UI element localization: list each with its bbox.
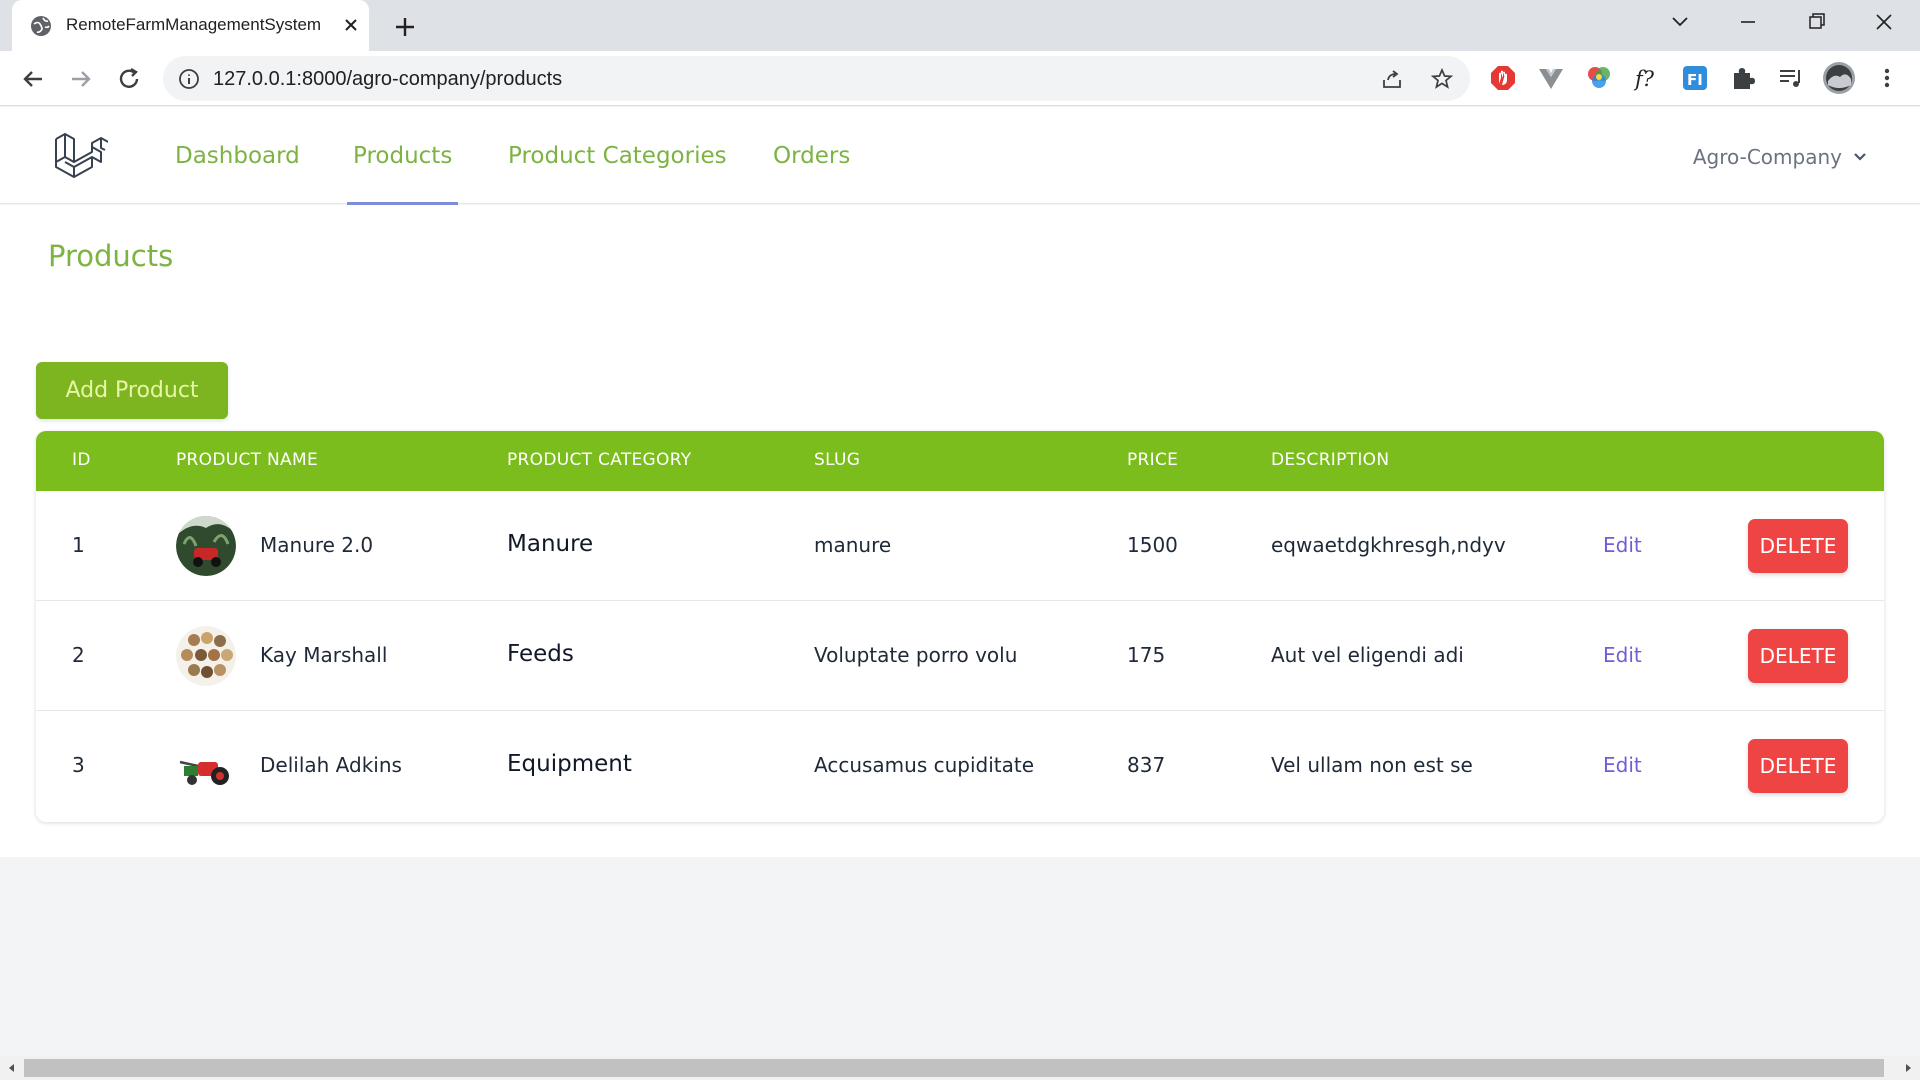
edit-link[interactable]: Edit	[1603, 643, 1642, 667]
browser-tab-bar: RemoteFarmManagementSystem	[0, 0, 1920, 51]
cell-product-category: Equipment	[507, 751, 632, 777]
tab-title: RemoteFarmManagementSystem	[66, 15, 322, 34]
scroll-right-arrow-icon[interactable]	[1901, 1061, 1915, 1075]
cell-id: 1	[72, 533, 85, 557]
nav-link-product-categories[interactable]: Product Categories	[508, 143, 727, 169]
edit-link[interactable]: Edit	[1603, 533, 1642, 557]
share-icon[interactable]	[1380, 67, 1404, 91]
adblock-extension-icon[interactable]	[1488, 63, 1518, 93]
nav-link-orders[interactable]: Orders	[773, 143, 850, 169]
horizontal-scrollbar[interactable]	[0, 1056, 1920, 1080]
nav-link-products[interactable]: Products	[346, 143, 459, 205]
extensions-puzzle-icon[interactable]	[1728, 63, 1758, 93]
media-control-icon[interactable]	[1776, 63, 1806, 93]
column-header-product-name: PRODUCT NAME	[176, 450, 318, 470]
font-finder-extension-icon[interactable]: f?	[1632, 63, 1662, 93]
app-navbar: Dashboard Products Product Categories Or…	[0, 107, 1920, 205]
svg-text:f?: f?	[1633, 67, 1655, 91]
browser-menu-icon[interactable]	[1872, 63, 1902, 93]
new-tab-icon[interactable]	[390, 12, 420, 42]
color-picker-extension-icon[interactable]	[1584, 63, 1614, 93]
delete-button[interactable]: DELETE	[1748, 739, 1848, 793]
table-row: 2 Kay Marshall Feeds Voluptate porro vol…	[36, 601, 1884, 711]
product-thumbnail	[176, 736, 236, 796]
column-header-description: DESCRIPTION	[1271, 450, 1390, 470]
cell-price: 1500	[1127, 533, 1178, 557]
fi-extension-icon[interactable]: FI	[1680, 63, 1710, 93]
cell-product-category: Feeds	[507, 641, 574, 667]
address-bar[interactable]: 127.0.0.1:8000/agro-company/products	[163, 56, 1470, 101]
chevron-down-icon	[1854, 153, 1866, 161]
add-product-button[interactable]: Add Product	[36, 362, 228, 419]
vue-devtools-extension-icon[interactable]	[1536, 63, 1566, 93]
column-header-slug: SLUG	[814, 450, 861, 470]
cell-slug: manure	[814, 533, 892, 557]
profile-avatar[interactable]	[1822, 61, 1856, 95]
cell-slug: Voluptate porro volu	[814, 643, 1018, 667]
user-name: Agro-Company	[1692, 145, 1842, 169]
reload-icon[interactable]	[114, 64, 144, 94]
products-table: ID PRODUCT NAME PRODUCT CATEGORY SLUG PR…	[36, 431, 1884, 822]
cell-description: eqwaetdgkhresgh,ndyv	[1271, 533, 1506, 557]
scroll-left-arrow-icon[interactable]	[5, 1061, 19, 1075]
close-tab-icon[interactable]	[338, 12, 364, 38]
column-header-price: PRICE	[1127, 450, 1179, 470]
column-header-id: ID	[72, 450, 91, 470]
table-row: 1 Manure 2.0 Manure manure 1500 eqwaetdg…	[36, 491, 1884, 601]
cell-id: 3	[72, 753, 85, 777]
forward-arrow-icon[interactable]	[66, 64, 96, 94]
back-arrow-icon[interactable]	[18, 64, 48, 94]
table-row: 3 Delilah Adkins Equipment Accusamus cup…	[36, 711, 1884, 821]
delete-button[interactable]: DELETE	[1748, 629, 1848, 683]
page-title: Products	[48, 239, 174, 273]
edit-link[interactable]: Edit	[1603, 753, 1642, 777]
nav-link-dashboard[interactable]: Dashboard	[175, 143, 300, 169]
cell-product-name: Manure 2.0	[260, 533, 374, 557]
delete-button[interactable]: DELETE	[1748, 519, 1848, 573]
cell-product-name: Delilah Adkins	[260, 753, 402, 777]
minimize-window-icon[interactable]	[1731, 8, 1765, 36]
cell-product-category: Manure	[507, 531, 594, 557]
globe-icon	[31, 16, 51, 36]
cell-id: 2	[72, 643, 85, 667]
cell-description: Vel ullam non est se	[1271, 753, 1473, 777]
url-text[interactable]: 127.0.0.1:8000/agro-company/products	[213, 68, 562, 91]
user-menu-dropdown[interactable]: Agro-Company	[1693, 145, 1868, 169]
cell-slug: Accusamus cupiditate	[814, 753, 1035, 777]
tab-search-chevron-icon[interactable]	[1663, 8, 1697, 36]
scrollbar-thumb[interactable]	[24, 1059, 1884, 1077]
site-info-icon[interactable]	[178, 68, 200, 90]
svg-text:FI: FI	[1687, 71, 1703, 89]
cell-description: Aut vel eligendi adi	[1271, 643, 1464, 667]
product-thumbnail	[176, 626, 236, 686]
restore-window-icon[interactable]	[1799, 8, 1833, 36]
laravel-logo-icon[interactable]	[52, 129, 108, 185]
cell-product-name: Kay Marshall	[260, 643, 388, 667]
browser-toolbar: 127.0.0.1:8000/agro-company/products f? …	[0, 51, 1920, 106]
main-content: Products Add Product ID PRODUCT NAME PRO…	[0, 205, 1920, 857]
close-window-icon[interactable]	[1867, 8, 1901, 36]
cell-price: 837	[1127, 753, 1166, 777]
column-header-product-category: PRODUCT CATEGORY	[507, 450, 692, 470]
bookmark-star-icon[interactable]	[1430, 67, 1454, 91]
table-header: ID PRODUCT NAME PRODUCT CATEGORY SLUG PR…	[36, 431, 1884, 491]
product-thumbnail	[176, 516, 236, 576]
browser-tab[interactable]: RemoteFarmManagementSystem	[12, 0, 369, 51]
cell-price: 175	[1127, 643, 1166, 667]
